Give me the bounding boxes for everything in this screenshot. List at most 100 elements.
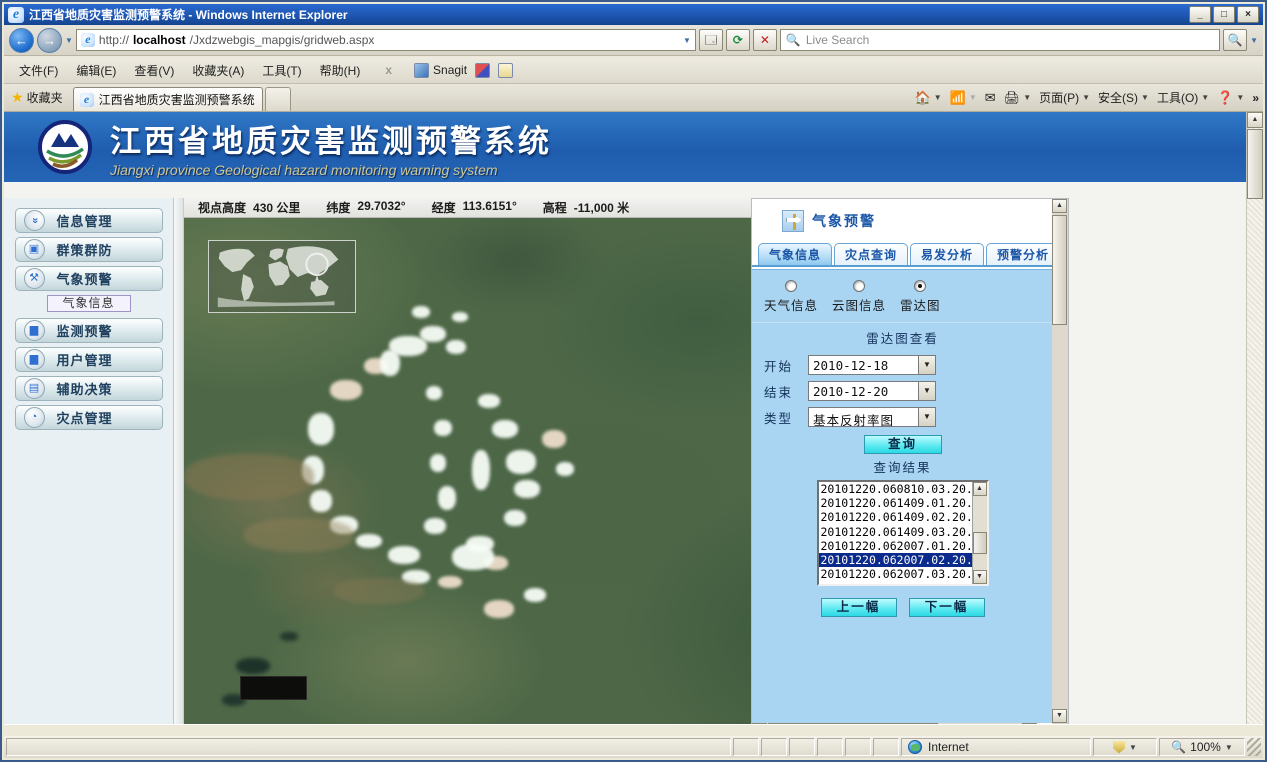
new-tab-button[interactable] xyxy=(265,87,291,111)
menu-item-帮助(H)[interactable]: 帮助(H) xyxy=(311,59,370,82)
sidebar-item[interactable]: ▤辅助决策 xyxy=(15,376,163,401)
maximize-button[interactable]: □ xyxy=(1213,6,1235,23)
menu-item-工具(T)[interactable]: 工具(T) xyxy=(253,59,310,82)
tab-易发分析[interactable]: 易发分析 xyxy=(910,243,984,265)
search-options-icon[interactable]: ▼ xyxy=(1250,36,1258,45)
scroll-up-icon[interactable]: ▲ xyxy=(1052,199,1067,213)
list-item[interactable]: 20101220.062007.01.20. xyxy=(819,539,987,553)
scroll-down-icon[interactable]: ▼ xyxy=(973,570,987,584)
resize-grip[interactable] xyxy=(1247,738,1261,756)
close-button[interactable]: × xyxy=(1237,6,1259,23)
tab-灾点查询[interactable]: 灾点查询 xyxy=(834,243,908,265)
search-input[interactable]: 🔍 Live Search xyxy=(780,29,1220,51)
radio-button[interactable] xyxy=(853,280,865,292)
chevron-down-icon[interactable]: ▼ xyxy=(918,381,936,401)
zoom-control[interactable]: 🔍 100% ▼ xyxy=(1159,738,1245,756)
sidebar-item[interactable]: ▣群策群防 xyxy=(15,237,163,262)
sidebar-splitter[interactable] xyxy=(174,198,184,740)
stop-button[interactable]: ✕ xyxy=(753,29,777,51)
scroll-down-icon[interactable]: ▼ xyxy=(1052,709,1067,723)
info-label: 视点高度 xyxy=(198,199,246,216)
scroll-up-icon[interactable]: ▲ xyxy=(973,482,987,496)
radio-option[interactable]: 天气信息 xyxy=(764,280,818,314)
list-item[interactable]: 20101220.060810.03.20. xyxy=(819,482,987,496)
minimize-button[interactable]: _ xyxy=(1189,6,1211,23)
feeds-button[interactable]: 📶▼ xyxy=(950,90,977,106)
search-go-button[interactable]: 🔍 xyxy=(1223,29,1247,51)
snagit-capture-icon[interactable] xyxy=(475,63,490,78)
sidebar-item[interactable]: ▆监测预警 xyxy=(15,318,163,343)
zone-label: Internet xyxy=(928,740,969,754)
tab-气象信息[interactable]: 气象信息 xyxy=(758,243,832,265)
previous-image-button[interactable]: 上一幅 xyxy=(821,598,897,617)
list-item[interactable]: 20101220.061409.01.20. xyxy=(819,496,987,510)
listbox-scrollbar[interactable]: ▲ ▼ xyxy=(972,482,987,584)
mail-button[interactable]: ✉ xyxy=(985,90,996,106)
safety-menu-button[interactable]: 安全(S)▼ xyxy=(1098,89,1149,106)
url-dropdown-icon[interactable]: ▼ xyxy=(683,36,691,45)
query-button[interactable]: 查询 xyxy=(864,435,942,454)
refresh-button[interactable]: ⟳ xyxy=(726,29,750,51)
sidebar-item[interactable]: »信息管理 xyxy=(15,208,163,233)
radar-echo-blob xyxy=(524,588,546,602)
next-image-button[interactable]: 下一幅 xyxy=(909,598,985,617)
compatibility-button[interactable]: 🗔 xyxy=(699,29,723,51)
favorites-star-icon[interactable]: ★ xyxy=(11,89,24,106)
panel-vertical-scrollbar[interactable]: ▲ ▼ xyxy=(1052,199,1068,723)
favorites-label[interactable]: 收藏夹 xyxy=(27,89,63,106)
chevron-down-icon[interactable]: ▼ xyxy=(918,355,936,375)
radar-echo-blob xyxy=(330,380,362,400)
url-field[interactable]: e http://localhost/Jxdzwebgis_mapgis/gri… xyxy=(76,29,696,51)
help-button[interactable]: ❓▼ xyxy=(1217,90,1244,106)
sidebar-subitem-active[interactable]: 气象信息 xyxy=(47,295,131,312)
home-button[interactable]: 🏠▼ xyxy=(915,90,942,106)
print-button[interactable]: 🖨▼ xyxy=(1004,90,1031,106)
scroll-thumb[interactable] xyxy=(973,532,987,554)
menu-item-文件(F)[interactable]: 文件(F) xyxy=(10,59,67,82)
radio-option[interactable]: 云图信息 xyxy=(832,280,886,314)
sidebar-item[interactable]: ▆用户管理 xyxy=(15,347,163,372)
list-item[interactable]: 20101220.062007.03.20. xyxy=(819,567,987,581)
weather-panel: 气象预警 气象信息灾点查询易发分析预警分析 天气信息云图信息雷达图 雷达图查看 … xyxy=(751,198,1069,740)
search-icon: 🔍 xyxy=(786,33,801,47)
tools-menu-button[interactable]: 工具(O)▼ xyxy=(1157,89,1209,106)
results-listbox[interactable]: 20101220.060810.03.20.20101220.061409.01… xyxy=(817,480,989,586)
back-button[interactable]: ← xyxy=(9,28,34,53)
list-item[interactable]: 20101220.061409.03.20. xyxy=(819,525,987,539)
sidebar-item[interactable]: ⚒气象预警 xyxy=(15,266,163,291)
chevron-more-icon[interactable]: » xyxy=(1252,91,1259,105)
browser-tab[interactable]: e 江西省地质灾害监测预警系统 xyxy=(73,87,263,111)
radio-group: 天气信息云图信息雷达图 xyxy=(752,270,1053,314)
forward-button[interactable]: → xyxy=(37,28,62,53)
history-dropdown-icon[interactable]: ▼ xyxy=(65,36,73,45)
form-field: 类型基本反射率图▼ xyxy=(764,407,1053,427)
security-zone: Internet xyxy=(901,738,1091,756)
chevrons-down-icon: » xyxy=(24,210,45,231)
list-item[interactable]: 20101220.062007.02.20. xyxy=(819,553,987,567)
field-select[interactable]: 2010-12-20▼ xyxy=(808,381,936,401)
page-menu-button[interactable]: 页面(P)▼ xyxy=(1039,89,1090,106)
radio-button[interactable] xyxy=(785,280,797,292)
tab-预警分析[interactable]: 预警分析 xyxy=(986,243,1053,265)
menu-item-查看(V)[interactable]: 查看(V) xyxy=(125,59,183,82)
field-label: 开始 xyxy=(764,356,794,375)
scroll-up-icon[interactable]: ▲ xyxy=(1247,112,1263,128)
scroll-thumb[interactable] xyxy=(1247,129,1263,199)
menu-item-编辑(E)[interactable]: 编辑(E) xyxy=(67,59,125,82)
overview-world-map[interactable] xyxy=(208,240,356,313)
chevron-down-icon[interactable]: ▼ xyxy=(918,407,936,427)
scroll-thumb[interactable] xyxy=(1052,215,1067,325)
radio-button[interactable] xyxy=(914,280,926,292)
field-select[interactable]: 2010-12-18▼ xyxy=(808,355,936,375)
radar-echo-blob xyxy=(452,312,468,322)
page-scrollbar[interactable]: ▲ ▼ xyxy=(1246,112,1263,740)
toolbar-close-icon[interactable]: x xyxy=(371,63,406,77)
snagit-editor-icon[interactable] xyxy=(498,63,513,78)
snagit-button[interactable]: Snagit xyxy=(408,61,473,80)
radio-option[interactable]: 雷达图 xyxy=(900,280,941,314)
field-select[interactable]: 基本反射率图▼ xyxy=(808,407,936,427)
sidebar-item[interactable]: ◔灾点管理 xyxy=(15,405,163,430)
list-item[interactable]: 20101220.061409.02.20. xyxy=(819,510,987,524)
protected-mode-button[interactable]: ▼ xyxy=(1093,738,1157,756)
menu-item-收藏夹(A)[interactable]: 收藏夹(A) xyxy=(183,59,253,82)
